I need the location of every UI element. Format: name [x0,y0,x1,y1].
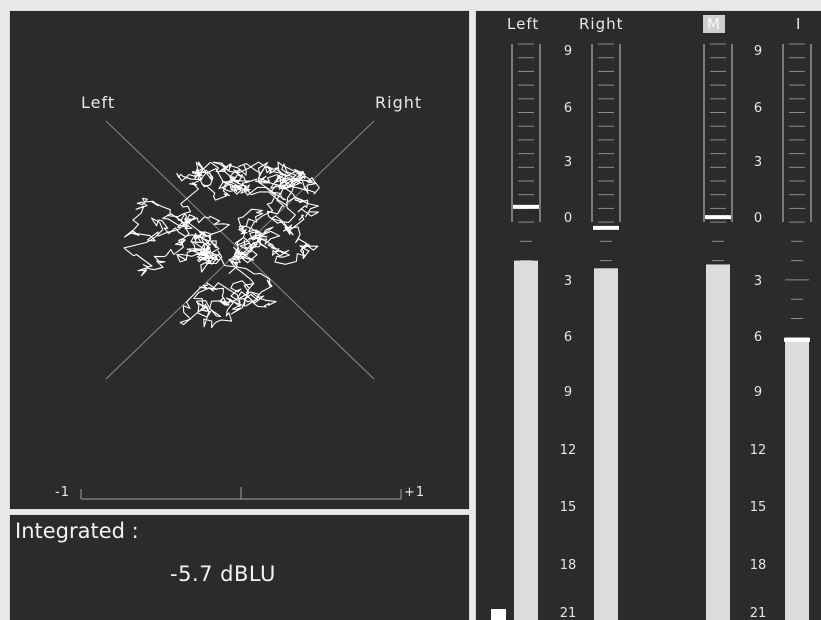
meter-scale-label: 21 [750,606,767,620]
meter-scale-label: 15 [750,500,767,515]
scale-max-label: +1 [404,485,426,500]
integrated-label: Integrated : [15,519,139,543]
scale-min-label: -1 [55,485,70,500]
meter-scale-label: 3 [754,274,762,289]
meter-scale-label: 6 [564,101,572,116]
meter-scale-label: 15 [560,500,577,515]
level-meters-panel: Left Right M I 9 6 3 0 3 6 9 12 15 18 21 9 6 3 0 3 6 9 12 1… [475,10,821,620]
scope-left-label: Left [81,93,116,112]
left-level-bar [514,260,538,620]
meter-scale-label: 18 [560,558,577,573]
meter-scale-label: 9 [564,385,572,400]
meter-scale-label: 6 [754,330,762,345]
meter-scale-label: 9 [754,385,762,400]
meter-scale-label: 0 [754,211,762,226]
right-peak-hold [593,225,619,230]
lissajous-path [123,161,320,329]
scope-right-label: Right [375,93,423,112]
meter-scale-label: 0 [564,211,572,226]
m-peak-hold [705,215,731,220]
integrated-loudness-panel: Integrated : -5.7 dBLU [9,514,470,620]
meter-scale-label: 6 [754,101,762,116]
left-peak-hold [513,204,539,209]
i-level-bar [785,337,809,620]
meter-scale-label: 3 [564,155,572,170]
vectorscope-panel: Left Right -1 +1 [9,10,470,510]
i-peak-hold [784,337,810,342]
meter-scale-label: 12 [750,443,767,458]
lissajous-trace [123,161,320,329]
meter-scale-label: 12 [560,443,577,458]
meter-scale-label: 18 [750,558,767,573]
integrated-value: -5.7 dBLU [170,562,276,586]
right-level-bar [594,268,618,620]
m-level-bar [706,264,730,620]
overload-indicator [491,609,506,620]
meter-scale-label: 3 [564,274,572,289]
meter-scale-label: 21 [560,606,577,620]
meters-graphic: 9 6 3 0 3 6 9 12 15 18 21 9 6 3 0 3 6 9 12 15 18 21 [491,43,812,620]
meter-scale-label: 9 [564,44,572,59]
vectorscope-display [80,120,402,500]
meter-scale-label: 3 [754,155,762,170]
meter-scale-label: 6 [564,330,572,345]
meter-scale-label: 9 [754,44,762,59]
